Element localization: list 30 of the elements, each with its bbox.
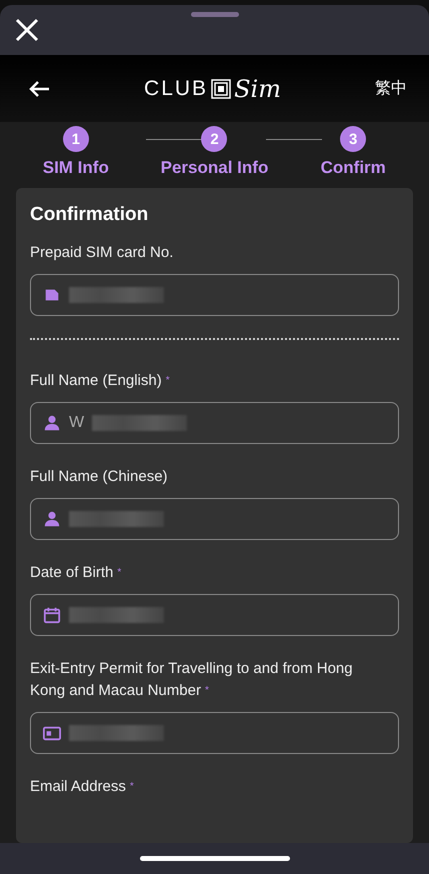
logo-icon	[211, 78, 232, 98]
input-field[interactable]: W	[30, 402, 399, 444]
logo-text: CLUB	[144, 76, 208, 100]
input-field[interactable]	[30, 498, 399, 540]
input-field[interactable]	[30, 594, 399, 636]
step-label: Personal Info	[160, 158, 268, 178]
id-card-icon	[43, 724, 61, 742]
language-link[interactable]: 繁中	[375, 78, 407, 99]
step-number: 2	[201, 126, 228, 152]
card-title: Confirmation	[30, 204, 150, 226]
back-button[interactable]	[28, 80, 50, 98]
step-number: 1	[62, 126, 89, 152]
step-number: 3	[340, 126, 366, 152]
input-field[interactable]	[30, 712, 399, 754]
field-label: Email Address *	[30, 777, 134, 797]
calendar-icon	[43, 606, 61, 624]
field-label: Full Name (Chinese)	[30, 467, 168, 487]
step-label: SIM Info	[42, 158, 109, 178]
person-icon	[43, 510, 61, 528]
drag-handle[interactable]	[190, 12, 238, 17]
field-label: Full Name (English) *	[30, 371, 170, 391]
step-label: Confirm	[320, 158, 386, 178]
field-label: Exit-Entry Permit for Travelling to and from Hong Kong and Macau Number *	[30, 659, 354, 701]
close-button[interactable]	[14, 17, 40, 43]
input-field[interactable]	[30, 274, 399, 316]
field-label: Date of Birth *	[30, 563, 122, 583]
person-icon	[43, 414, 61, 432]
field-label: Prepaid SIM card No.	[30, 243, 174, 263]
field-value: W	[69, 414, 84, 432]
logo-text: Sim	[234, 74, 281, 102]
